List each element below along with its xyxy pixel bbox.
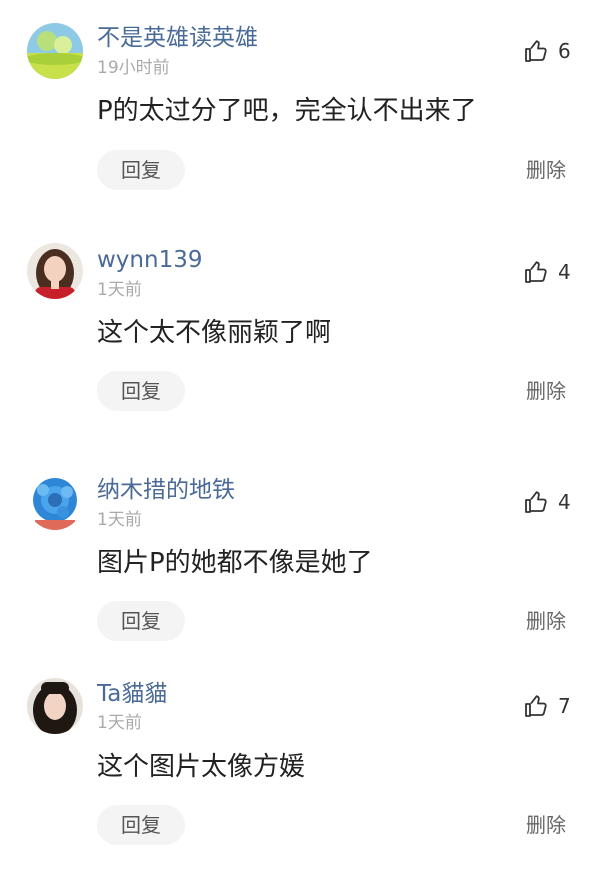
portrait-avatar-image bbox=[27, 243, 83, 299]
username[interactable]: wynn139 bbox=[97, 246, 202, 274]
timestamp: 1天前 bbox=[97, 280, 142, 300]
comment-item: 纳木措的地铁 1天前 图片P的她都不像是她了 4 回复 删除 bbox=[0, 450, 600, 655]
comment-text: 这个图片太像方媛 bbox=[97, 752, 306, 782]
comment-item: 不是英雄读英雄 19小时前 P的太过分了吧，完全认不出来了 6 回复 删除 bbox=[0, 0, 600, 220]
username[interactable]: Ta貓貓 bbox=[97, 680, 167, 708]
reply-button[interactable]: 回复 bbox=[97, 601, 185, 641]
reply-button[interactable]: 回复 bbox=[97, 371, 185, 411]
like-button[interactable]: 6 bbox=[524, 38, 571, 64]
avatar[interactable] bbox=[27, 23, 83, 79]
avatar[interactable] bbox=[27, 678, 83, 734]
like-button[interactable]: 7 bbox=[524, 693, 571, 719]
landscape-avatar-image bbox=[27, 23, 83, 79]
delete-button[interactable]: 删除 bbox=[526, 379, 566, 403]
thumbs-up-icon bbox=[525, 491, 547, 513]
delete-button[interactable]: 删除 bbox=[526, 158, 566, 182]
like-button[interactable]: 4 bbox=[524, 259, 571, 285]
flower-avatar-image bbox=[27, 474, 83, 530]
avatar[interactable] bbox=[27, 243, 83, 299]
timestamp: 1天前 bbox=[97, 510, 142, 530]
comment-text: P的太过分了吧，完全认不出来了 bbox=[97, 96, 477, 126]
delete-button[interactable]: 删除 bbox=[526, 813, 566, 837]
avatar[interactable] bbox=[27, 474, 83, 530]
like-count: 7 bbox=[558, 694, 571, 718]
username[interactable]: 纳木措的地铁 bbox=[97, 476, 235, 504]
like-count: 4 bbox=[558, 490, 571, 514]
timestamp: 1天前 bbox=[97, 713, 142, 733]
comment-text: 这个太不像丽颖了啊 bbox=[97, 318, 332, 348]
reply-button[interactable]: 回复 bbox=[97, 150, 185, 190]
portrait-avatar-image bbox=[27, 678, 83, 734]
like-count: 6 bbox=[558, 39, 571, 63]
reply-button[interactable]: 回复 bbox=[97, 805, 185, 845]
like-count: 4 bbox=[558, 260, 571, 284]
like-button[interactable]: 4 bbox=[524, 489, 571, 515]
username[interactable]: 不是英雄读英雄 bbox=[97, 24, 258, 52]
comment-item: Ta貓貓 1天前 这个图片太像方媛 7 回复 删除 bbox=[0, 655, 600, 880]
thumbs-up-icon bbox=[525, 261, 547, 283]
timestamp: 19小时前 bbox=[97, 58, 170, 78]
thumbs-up-icon bbox=[525, 695, 547, 717]
delete-button[interactable]: 删除 bbox=[526, 609, 566, 633]
thumbs-up-icon bbox=[525, 40, 547, 62]
comment-text: 图片P的她都不像是她了 bbox=[97, 548, 373, 578]
comment-item: wynn139 1天前 这个太不像丽颖了啊 4 回复 删除 bbox=[0, 220, 600, 450]
